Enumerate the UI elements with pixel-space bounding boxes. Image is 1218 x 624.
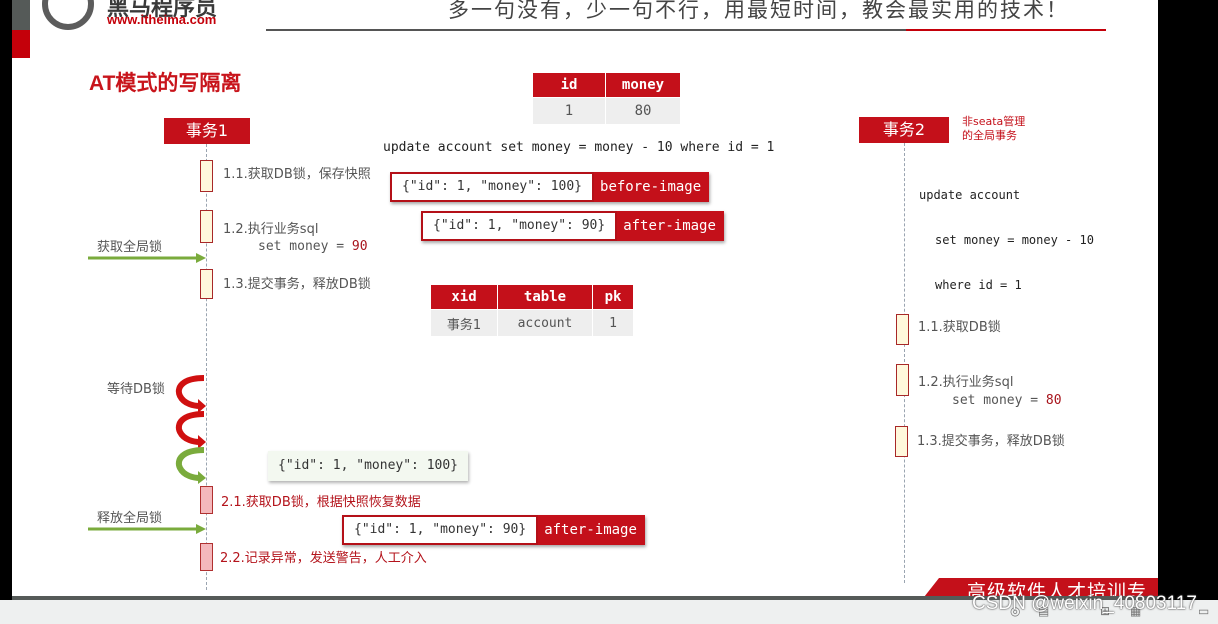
after-image-label: after-image xyxy=(623,218,716,234)
release-global-lock-arrow xyxy=(88,524,206,534)
tx1-sql-value: 90 xyxy=(351,239,368,254)
after-image-value: {"id": 1, "money": 90} xyxy=(421,211,618,241)
tx1-activation-3 xyxy=(200,269,213,299)
red-curve-arrow-icon xyxy=(175,411,206,449)
tx1-header: 事务1 xyxy=(164,118,250,144)
tx1-activation-2 xyxy=(200,210,213,243)
after-image-2-value: {"id": 1, "money": 90} xyxy=(342,515,539,545)
tx1-step-1-2-sql: set money = 90 xyxy=(258,238,368,256)
tx1-step-1-1: 1.1.获取DB锁，保存快照 xyxy=(223,167,371,182)
slogan: 多一句没有，少一句不行，用最短时间，教会最实用的技术！ xyxy=(448,0,1069,22)
header-divider-accent xyxy=(906,29,1106,31)
tx2-sql: update account set money = money - 10 wh… xyxy=(919,158,1094,323)
screen-icon[interactable]: ▭ xyxy=(1198,604,1209,618)
slide: 黑马程序员 www.itheima.com 多一句没有，少一句不行，用最短时间，… xyxy=(12,0,1158,600)
after-image-box: {"id": 1, "money": 90} after-image xyxy=(421,211,724,241)
tx1-step-1-3: 1.3.提交事务，释放DB锁 xyxy=(223,277,371,292)
green-curve-arrow-icon xyxy=(175,447,206,484)
tx1-step-2-2: 2.2.记录异常，发送警告，人工介入 xyxy=(220,551,427,566)
tx2-sql-prefix: set money = xyxy=(952,393,1046,408)
lock-header-table: table xyxy=(497,284,593,310)
account-header-id: id xyxy=(532,72,606,98)
tx2-header: 事务2 xyxy=(859,117,949,143)
tx2-step-1-2-sql: set money = 80 xyxy=(952,392,1062,410)
tx1-step-2-1: 2.1.获取DB锁，根据快照恢复数据 xyxy=(221,495,421,510)
tx1-activation-4 xyxy=(200,486,213,514)
wait-curved-arrows xyxy=(175,375,206,484)
tx1-step-1-2: 1.2.执行业务sql xyxy=(223,222,319,237)
lock-cell-table: account xyxy=(497,309,593,337)
tx2-sql-line3: where id = 1 xyxy=(935,278,1022,292)
account-cell-id: 1 xyxy=(532,97,606,125)
after-image-2-label: after-image xyxy=(544,522,637,538)
wait-db-lock-label: 等待DB锁 xyxy=(107,382,165,397)
red-curve-arrow-icon xyxy=(175,375,206,413)
update-sql: update account set money = money - 10 wh… xyxy=(383,140,775,155)
before-image-value: {"id": 1, "money": 100} xyxy=(390,172,595,202)
after-image-box-2: {"id": 1, "money": 90} after-image xyxy=(342,515,645,545)
tx2-note-line1: 非seata管理 xyxy=(962,115,1026,128)
restore-snapshot-box: {"id": 1, "money": 100} xyxy=(268,451,469,481)
left-accent-gray xyxy=(12,0,30,30)
tx2-sql-line2: set money = money - 10 xyxy=(935,233,1094,247)
account-cell-money: 80 xyxy=(605,97,681,125)
lock-cell-pk: 1 xyxy=(592,309,634,337)
lock-cell-xid: 事务1 xyxy=(430,309,498,337)
tx2-activation-1 xyxy=(896,314,909,345)
before-image-label: before-image xyxy=(600,179,702,195)
tx2-activation-3 xyxy=(895,426,908,457)
tx2-step-1-2: 1.2.执行业务sql xyxy=(918,375,1014,390)
tx2-step-1-3: 1.3.提交事务，释放DB锁 xyxy=(917,434,1065,449)
tx2-sql-line1: update account xyxy=(919,188,1021,202)
tx1-activation-1 xyxy=(200,160,213,192)
before-image-box: {"id": 1, "money": 100} before-image xyxy=(390,172,710,202)
left-accent-red xyxy=(12,30,30,58)
account-header-money: money xyxy=(605,72,681,98)
tx2-sql-value: 80 xyxy=(1045,393,1062,408)
global-lock-table: xid table pk 事务1 account 1 xyxy=(430,284,634,337)
account-table: id money 1 80 xyxy=(532,72,681,125)
header-divider xyxy=(266,29,906,31)
logo-url: www.itheima.com xyxy=(107,12,217,27)
lock-header-pk: pk xyxy=(592,284,634,310)
tx1-activation-5 xyxy=(200,543,213,571)
lock-header-xid: xid xyxy=(430,284,498,310)
tx2-lifeline xyxy=(904,143,905,583)
acquire-global-lock-arrow xyxy=(88,253,206,263)
logo-icon xyxy=(42,0,94,30)
watermark: CSDN @weixin_40803117 xyxy=(972,593,1197,614)
page-title: AT模式的写隔离 xyxy=(89,72,242,95)
tx2-activation-2 xyxy=(896,364,909,396)
tx1-sql-prefix: set money = xyxy=(258,239,352,254)
tx2-note-line2: 的全局事务 xyxy=(962,129,1017,142)
tx2-note: 非seata管理 的全局事务 xyxy=(962,115,1025,143)
tx2-step-1-1: 1.1.获取DB锁 xyxy=(918,320,1001,335)
